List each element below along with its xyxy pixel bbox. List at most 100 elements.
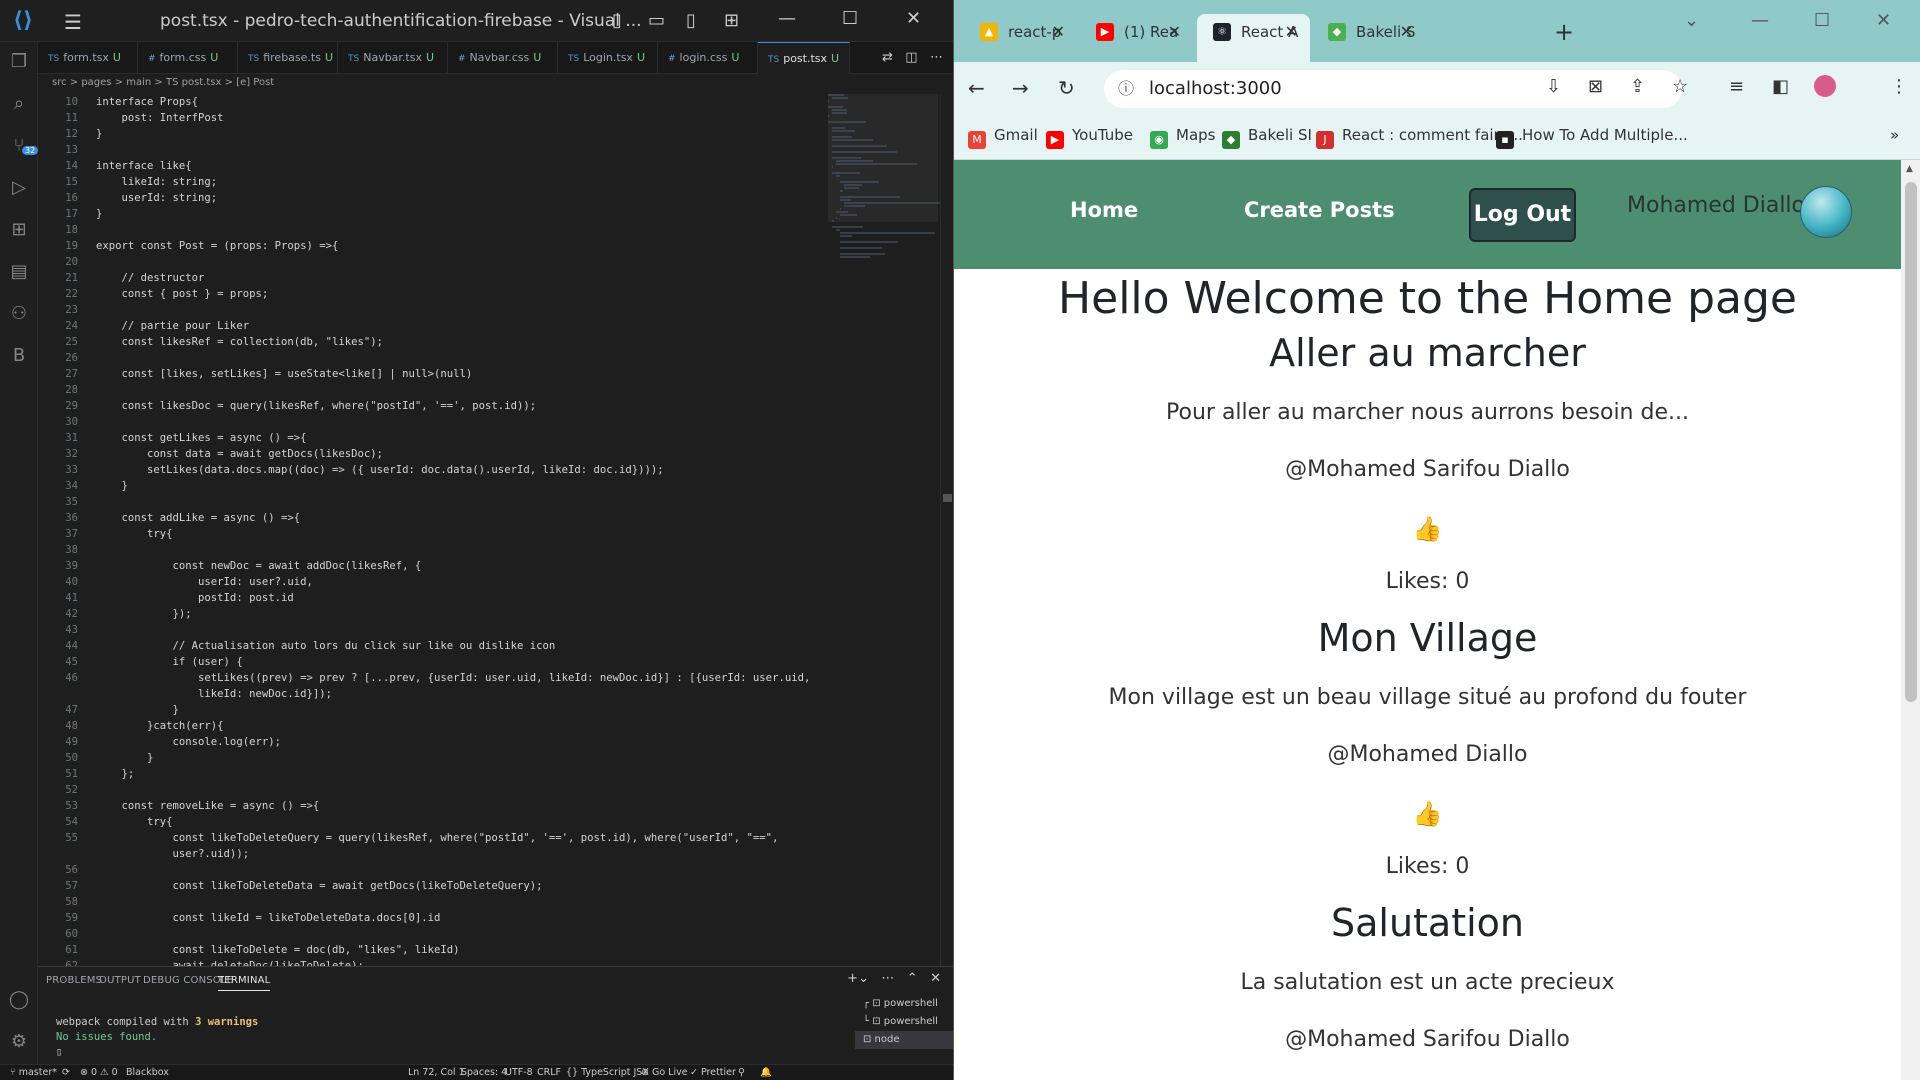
maximize-panel-icon[interactable]: ⌃ <box>907 971 918 986</box>
browser-tab[interactable]: ▲ react-p ✕ <box>964 14 1077 50</box>
notifications-icon[interactable]: 🔔 <box>760 1065 772 1080</box>
bookmark-item[interactable]: ◆ Bakeli SI <box>1222 126 1312 149</box>
code-line[interactable]: 59 const likeId = likeToDeleteData.docs[… <box>38 910 828 926</box>
site-info-icon[interactable]: ⓘ <box>1118 70 1134 108</box>
go-live[interactable]: ⊚ Go Live <box>641 1065 688 1080</box>
more-bookmarks-icon[interactable]: » <box>1890 126 1899 144</box>
bookmark-item[interactable]: ◉ Maps <box>1150 126 1215 149</box>
chrome-menu-icon[interactable]: ⋮ <box>1890 76 1908 97</box>
code-line[interactable]: 18 <box>38 222 828 238</box>
code-line[interactable]: 39 const newDoc = await addDoc(likesRef,… <box>38 558 828 574</box>
page-scrollbar-thumb[interactable] <box>1905 182 1917 702</box>
line-endings[interactable]: CRLF <box>537 1065 561 1080</box>
bookmark-item[interactable]: ▪ How To Add Multiple... <box>1496 126 1688 149</box>
code-line[interactable]: 35 <box>38 494 828 510</box>
log-out-button[interactable]: Log Out <box>1469 188 1576 242</box>
run-debug-icon[interactable]: ▷ <box>7 176 31 200</box>
close-panel-icon[interactable]: ✕ <box>930 971 941 986</box>
indentation[interactable]: Spaces: 4 <box>461 1065 507 1080</box>
code-line[interactable]: 37 try{ <box>38 526 828 542</box>
close-icon[interactable]: ✕ <box>906 8 921 29</box>
install-icon[interactable]: ⇩ <box>1546 76 1561 97</box>
blackbox-icon[interactable]: B <box>7 344 31 368</box>
tab-terminal[interactable]: TERMINAL <box>218 975 271 991</box>
code-line[interactable]: 25 const likesRef = collection(db, "like… <box>38 334 828 350</box>
split-editor-icon[interactable]: ◫ <box>905 50 917 65</box>
more-actions-icon[interactable]: ⋯ <box>930 50 943 65</box>
sync-icon[interactable]: ⟳ <box>62 1065 70 1080</box>
code-line[interactable]: 10 interface Props{ <box>38 94 828 110</box>
translate-icon[interactable]: ⊠ <box>1588 76 1603 97</box>
code-line[interactable]: 20 <box>38 254 828 270</box>
tab-firebase-ts[interactable]: TS firebase.ts U <box>238 42 338 74</box>
reload-icon[interactable]: ↻ <box>1058 76 1075 100</box>
code-line[interactable]: 27 const [likes, setLikes] = useState<li… <box>38 366 828 382</box>
share-icon[interactable]: ⇪ <box>1630 76 1645 97</box>
code-line[interactable]: user?.uid)); <box>38 846 828 862</box>
tab-post-tsx[interactable]: TS post.tsx U <box>758 42 850 74</box>
code-line[interactable]: 17} <box>38 206 828 222</box>
code-line[interactable]: 62 await deleteDoc(likeToDelete); <box>38 958 828 966</box>
code-line[interactable]: 16 userId: string; <box>38 190 828 206</box>
bookmark-item[interactable]: J React : comment faire... <box>1316 126 1523 149</box>
code-line[interactable]: 57 const likeToDeleteData = await getDoc… <box>38 878 828 894</box>
code-line[interactable]: 48 }catch(err){ <box>38 718 828 734</box>
code-line[interactable]: 33 setLikes(data.docs.map((doc) => ({ us… <box>38 462 828 478</box>
close-tab-icon[interactable]: ✕ <box>1285 14 1298 50</box>
toggle-panel-icon[interactable]: ▭ <box>648 10 665 31</box>
code-line[interactable]: 30 <box>38 414 828 430</box>
reading-list-icon[interactable]: ≡ <box>1729 76 1744 97</box>
code-line[interactable]: 51 }; <box>38 766 828 782</box>
code-line[interactable]: 13 <box>38 142 828 158</box>
code-line[interactable]: 11 post: InterfPost <box>38 110 828 126</box>
accounts-icon[interactable]: ◯ <box>7 988 31 1012</box>
page-scrollbar[interactable]: ▲ <box>1901 160 1920 1080</box>
code-line[interactable]: 26 <box>38 350 828 366</box>
tab-problems[interactable]: PROBLEMS <box>46 975 102 986</box>
code-line[interactable]: 21 // destructor <box>38 270 828 286</box>
close-tab-icon[interactable]: ✕ <box>1052 14 1065 50</box>
code-line[interactable]: 31 const getLikes = async () =>{ <box>38 430 828 446</box>
code-line[interactable]: 53 const removeLike = async () =>{ <box>38 798 828 814</box>
search-icon[interactable]: ⌕ <box>7 92 31 116</box>
code-line[interactable]: 36 const addLike = async () =>{ <box>38 510 828 526</box>
code-line[interactable]: 58 <box>38 894 828 910</box>
code-line[interactable]: 55 const likeToDeleteQuery = query(likes… <box>38 830 828 846</box>
like-button[interactable]: 👍 <box>954 800 1901 828</box>
terminal-instance[interactable]: ┌ ⊡ powershell <box>855 995 953 1013</box>
code-line[interactable]: 56 <box>38 862 828 878</box>
scroll-up-icon[interactable]: ▲ <box>1906 164 1913 174</box>
remote-explorer-icon[interactable]: ▤ <box>7 260 31 284</box>
menu-icon[interactable]: ☰ <box>64 10 82 34</box>
code-line[interactable]: 34 } <box>38 478 828 494</box>
code-line[interactable]: 22 const { post } = props; <box>38 286 828 302</box>
code-line[interactable]: 42 }); <box>38 606 828 622</box>
code-line[interactable]: 38 <box>38 542 828 558</box>
tab-login-css[interactable]: # login.css U <box>658 42 758 74</box>
code-line[interactable]: 12} <box>38 126 828 142</box>
tab-login-tsx[interactable]: TS Login.tsx U <box>558 42 658 74</box>
compare-icon[interactable]: ⇄ <box>882 50 893 65</box>
blackbox-status[interactable]: Blackbox <box>126 1065 169 1080</box>
code-line[interactable]: 32 const data = await getDocs(likesDoc); <box>38 446 828 462</box>
close-tab-icon[interactable]: ✕ <box>1400 14 1413 50</box>
minimize-icon[interactable]: — <box>1751 10 1769 31</box>
code-line[interactable]: 29 const likesDoc = query(likesRef, wher… <box>38 398 828 414</box>
tab-navbar-tsx[interactable]: TS Navbar.tsx U <box>338 42 448 74</box>
settings-gear-icon[interactable]: ⚙ <box>7 1030 31 1054</box>
panel-more-icon[interactable]: ⋯ <box>881 971 894 986</box>
code-line[interactable]: 61 const likeToDelete = doc(db, "likes",… <box>38 942 828 958</box>
minimap[interactable] <box>828 94 940 966</box>
forward-icon[interactable]: → <box>1012 76 1029 100</box>
code-line[interactable]: 24 // partie pour Liker <box>38 318 828 334</box>
editor-scrollbar[interactable] <box>940 94 953 966</box>
toggle-sidebar-icon[interactable]: ▯ <box>612 10 622 31</box>
code-line[interactable]: 49 console.log(err); <box>38 734 828 750</box>
side-panel-icon[interactable]: ◧ <box>1772 76 1789 97</box>
close-tab-icon[interactable]: ✕ <box>1168 14 1181 50</box>
new-tab-button[interactable]: + <box>1554 18 1574 46</box>
profile-avatar[interactable] <box>1814 75 1836 97</box>
tab-navbar-css[interactable]: # Navbar.css U <box>448 42 558 74</box>
explorer-icon[interactable]: ❐ <box>7 50 31 74</box>
problems-count[interactable]: ⊗ 0 ⚠ 0 <box>80 1065 118 1080</box>
